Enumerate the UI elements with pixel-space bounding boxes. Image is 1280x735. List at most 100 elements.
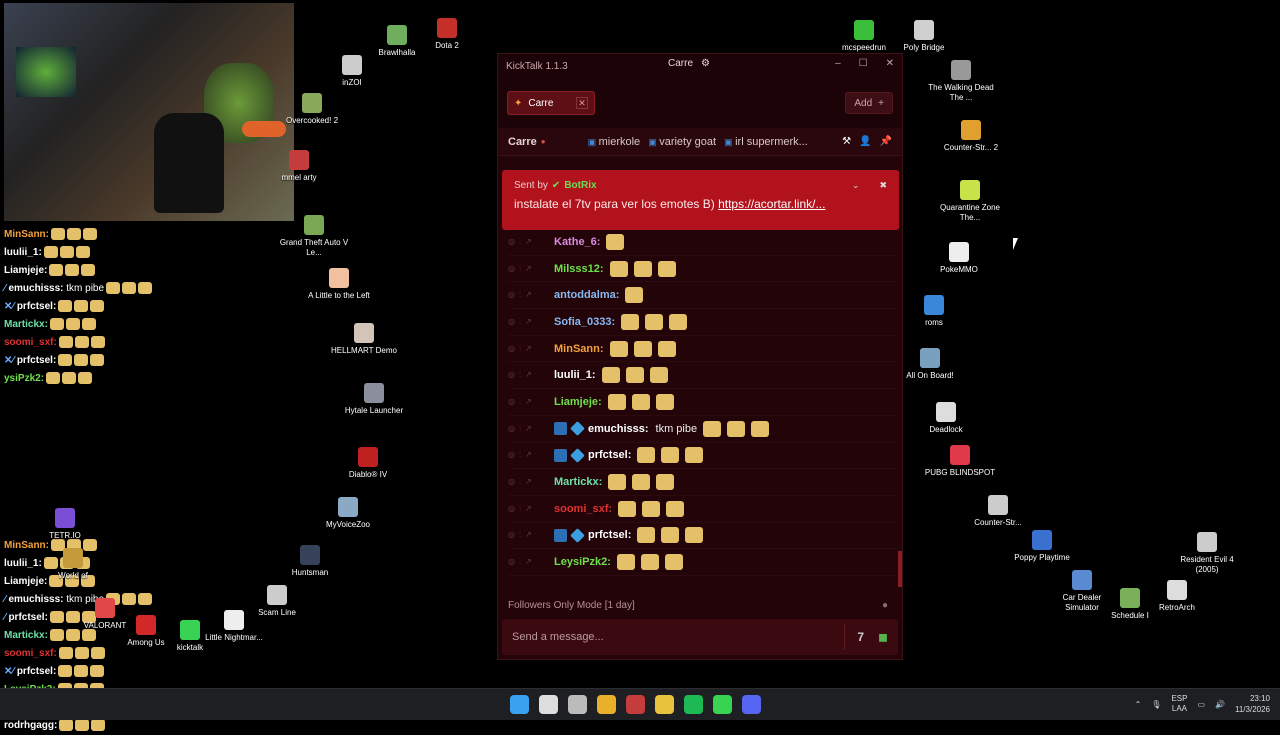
kick-emote-icon[interactable]: ◼: [878, 630, 888, 644]
desktop-shortcut[interactable]: Resident Evil 4 (2005): [1170, 532, 1244, 575]
message-actions-icon[interactable]: ◎⫶↗: [508, 530, 550, 540]
chat-message[interactable]: ◎⫶↗ prfctsel:: [508, 523, 896, 550]
search-icon[interactable]: [539, 695, 558, 714]
message-username[interactable]: emuchisss:: [588, 423, 649, 435]
files-icon[interactable]: [655, 695, 674, 714]
tab-carre[interactable]: ✦ Carre ✕: [507, 91, 595, 115]
language-indicator[interactable]: ESP LAA: [1171, 694, 1187, 714]
message-actions-icon[interactable]: ◎⫶↗: [508, 397, 550, 407]
desktop-shortcut[interactable]: Dota 2: [410, 18, 484, 51]
message-actions-icon[interactable]: ◎⫶↗: [508, 557, 550, 567]
chat-message[interactable]: ◎⫶↗ luulii_1:: [508, 362, 896, 390]
message-username[interactable]: MinSann:: [554, 343, 604, 355]
message-actions-icon[interactable]: ◎⫶↗: [508, 477, 550, 487]
desktop-shortcut[interactable]: Counter-Str... 2: [934, 120, 1008, 153]
message-composer[interactable]: Send a message... 7 ◼: [502, 619, 898, 655]
message-username[interactable]: Liamjeje:: [554, 396, 602, 408]
close-tab-icon[interactable]: ✕: [576, 97, 588, 109]
chat-message[interactable]: ◎⫶↗ prfctsel:: [508, 443, 896, 470]
desktop-shortcut[interactable]: PUBG BLINDSPOT: [923, 445, 997, 478]
minimize-icon[interactable]: –: [835, 58, 841, 69]
discord-icon[interactable]: [742, 695, 761, 714]
volume-icon[interactable]: 🔊: [1215, 700, 1225, 709]
desktop-shortcut[interactable]: inZOI: [315, 55, 389, 88]
desktop-shortcut[interactable]: HELLMART Demo: [327, 323, 401, 356]
desktop-shortcut[interactable]: Diablo® IV: [331, 447, 405, 480]
message-username[interactable]: prfctsel:: [588, 449, 631, 461]
settings-icon[interactable]: ⚙: [701, 58, 710, 69]
mention-chip[interactable]: variety goat: [648, 136, 716, 148]
message-username[interactable]: prfctsel:: [588, 529, 631, 541]
message-actions-icon[interactable]: ◎⫶↗: [508, 504, 550, 514]
message-username[interactable]: Kathe_6:: [554, 236, 600, 248]
desktop-shortcut[interactable]: The Walking Dead The ...: [924, 60, 998, 103]
desktop-shortcut[interactable]: Deadlock: [909, 402, 983, 435]
info-icon[interactable]: ●: [882, 600, 888, 611]
desktop-shortcut[interactable]: MyVoiceZoo: [311, 497, 385, 530]
chat-message[interactable]: ◎⫶↗ Kathe_6:: [508, 229, 896, 256]
chat-message[interactable]: ◎⫶↗ emuchisss: tkm pibe: [508, 416, 896, 443]
message-username[interactable]: soomi_sxf:: [554, 503, 612, 515]
maximize-icon[interactable]: ☐: [859, 58, 868, 69]
desktop-shortcut[interactable]: Quarantine Zone The...: [933, 180, 1007, 223]
unpin-icon[interactable]: ✖: [879, 180, 887, 191]
chevron-down-icon[interactable]: ⌄: [852, 180, 860, 191]
spotify-icon[interactable]: [684, 695, 703, 714]
desktop-shortcut[interactable]: PokeMMO: [922, 242, 996, 275]
desktop-shortcut[interactable]: RetroArch: [1140, 580, 1214, 613]
desktop-shortcut[interactable]: A Little to the Left: [302, 268, 376, 301]
message-actions-icon[interactable]: ◎⫶↗: [508, 370, 550, 380]
desktop-shortcut[interactable]: Poppy Playtime: [1005, 530, 1079, 563]
network-icon[interactable]: ▭: [1197, 700, 1205, 709]
message-actions-icon[interactable]: ◎⫶↗: [508, 344, 550, 354]
add-channel-button[interactable]: Add +: [845, 92, 893, 114]
message-username[interactable]: LeysiPzk2:: [554, 556, 611, 568]
message-username[interactable]: Milsss12:: [554, 263, 604, 275]
message-actions-icon[interactable]: ◎⫶↗: [508, 237, 550, 247]
chat-message[interactable]: ◎⫶↗ LeysiPzk2:: [508, 549, 896, 576]
message-actions-icon[interactable]: ◎⫶↗: [508, 450, 550, 460]
chat-message[interactable]: ◎⫶↗ Sofia_0333:: [508, 309, 896, 336]
chat-message[interactable]: ◎⫶↗ soomi_sxf:: [508, 496, 896, 523]
desktop-shortcut[interactable]: TETR.IO: [28, 508, 102, 541]
user-icon[interactable]: 👤: [859, 136, 871, 147]
message-input[interactable]: Send a message...: [512, 631, 844, 643]
desktop-shortcut[interactable]: Overcooked! 2: [275, 93, 349, 126]
desktop-shortcut[interactable]: Little Nightmar...: [197, 610, 271, 643]
desktop-shortcut[interactable]: mmel arty: [262, 150, 336, 183]
widgets-icon[interactable]: [568, 695, 587, 714]
message-actions-icon[interactable]: ◎⫶↗: [508, 424, 550, 434]
7tv-emote-icon[interactable]: 7: [857, 630, 864, 644]
desktop-shortcut[interactable]: World of: [36, 548, 110, 581]
start-icon[interactable]: [510, 695, 529, 714]
message-username[interactable]: antoddalma:: [554, 289, 619, 301]
chat-message[interactable]: ◎⫶↗ antoddalma:: [508, 282, 896, 310]
message-username[interactable]: Sofia_0333:: [554, 316, 615, 328]
mic-icon[interactable]: 🎙: [1151, 700, 1161, 709]
close-icon[interactable]: ✕: [886, 58, 894, 69]
chrome-icon[interactable]: [597, 695, 616, 714]
kicktalk-icon[interactable]: [713, 695, 732, 714]
message-actions-icon[interactable]: ◎⫶↗: [508, 264, 550, 274]
desktop-shortcut[interactable]: Grand Theft Auto V Le...: [277, 215, 351, 258]
desktop-shortcut[interactable]: Counter-Str...: [961, 495, 1035, 528]
mention-chip[interactable]: mierkole: [588, 136, 641, 148]
hellmart-icon[interactable]: [626, 695, 645, 714]
chevron-up-icon[interactable]: ⌃: [1135, 700, 1142, 709]
pin-icon[interactable]: 📌: [880, 136, 892, 147]
desktop-shortcut[interactable]: All On Board!: [893, 348, 967, 381]
desktop-shortcut[interactable]: Poly Bridge: [887, 20, 961, 53]
message-actions-icon[interactable]: ◎⫶↗: [508, 317, 550, 327]
message-actions-icon[interactable]: ◎⫶↗: [508, 290, 550, 300]
message-username[interactable]: Martickx:: [554, 476, 602, 488]
chat-scrollbar[interactable]: [898, 551, 902, 587]
message-username[interactable]: luulii_1:: [554, 369, 596, 381]
clock[interactable]: 23:10 11/3/2026: [1235, 693, 1270, 715]
chat-message[interactable]: ◎⫶↗ Martickx:: [508, 469, 896, 496]
chat-message[interactable]: ◎⫶↗ Liamjeje:: [508, 389, 896, 416]
chat-message[interactable]: ◎⫶↗ Milsss12:: [508, 256, 896, 283]
mention-chip[interactable]: irl supermerk...: [724, 136, 808, 148]
pinned-link[interactable]: https://acortar.link/...: [718, 197, 825, 211]
desktop-shortcut[interactable]: Huntsman: [273, 545, 347, 578]
desktop-shortcut[interactable]: Hytale Launcher: [337, 383, 411, 416]
